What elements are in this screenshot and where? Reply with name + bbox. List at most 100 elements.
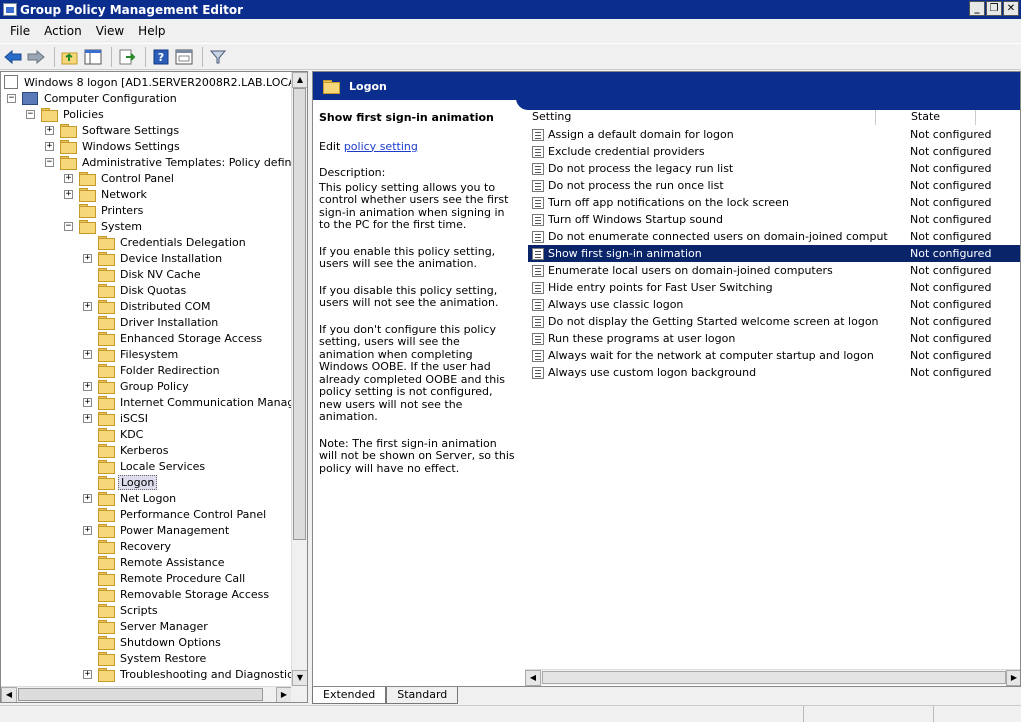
column-header-comment[interactable] bbox=[976, 110, 1020, 125]
list-item[interactable]: Always use classic logon Not configured bbox=[528, 296, 1020, 313]
scroll-right-icon[interactable]: ▶ bbox=[1006, 670, 1020, 686]
scroll-thumb[interactable] bbox=[293, 88, 306, 540]
scroll-up-icon[interactable]: ▲ bbox=[292, 72, 307, 88]
menu-help[interactable]: Help bbox=[131, 24, 172, 38]
tree-item[interactable]: + Filesystem bbox=[83, 346, 180, 362]
tree-item[interactable]: Shutdown Options bbox=[83, 634, 223, 650]
list-item[interactable]: Do not display the Getting Started welco… bbox=[528, 313, 1020, 330]
collapse-icon[interactable]: − bbox=[64, 221, 73, 231]
expand-icon[interactable]: + bbox=[64, 173, 73, 183]
expand-icon[interactable]: + bbox=[83, 493, 92, 503]
tree-item[interactable]: + Power Management bbox=[83, 522, 231, 538]
tree-item[interactable]: Logon bbox=[83, 474, 158, 490]
expand-icon[interactable]: + bbox=[45, 125, 54, 135]
tree-item[interactable]: System Restore bbox=[83, 650, 208, 666]
tree-item[interactable]: Server Manager bbox=[83, 618, 210, 634]
back-arrow-icon[interactable] bbox=[3, 47, 23, 67]
tree-item[interactable]: KDC bbox=[83, 426, 145, 442]
list-item[interactable]: Always use custom logon background Not co… bbox=[528, 364, 1020, 381]
tree-item[interactable]: Remote Assistance bbox=[83, 554, 227, 570]
tree-item[interactable]: + Distributed COM bbox=[83, 298, 213, 314]
tree-item[interactable]: Enhanced Storage Access bbox=[83, 330, 264, 346]
tree-item[interactable]: − Computer Configuration bbox=[7, 90, 179, 106]
list-item[interactable]: Turn off app notifications on the lock s… bbox=[528, 194, 1020, 211]
properties-icon[interactable] bbox=[174, 47, 194, 67]
list-item[interactable]: Do not process the legacy run list Not co… bbox=[528, 160, 1020, 177]
list-item[interactable]: Always wait for the network at computer … bbox=[528, 347, 1020, 364]
tab-standard[interactable]: Standard bbox=[386, 687, 459, 704]
tree-item[interactable]: Kerberos bbox=[83, 442, 170, 458]
expand-icon[interactable]: + bbox=[83, 525, 92, 535]
tree-item[interactable]: + Windows Settings bbox=[45, 138, 182, 154]
scroll-thumb[interactable] bbox=[542, 671, 1006, 684]
list-item[interactable]: Do not enumerate connected users on doma… bbox=[528, 228, 1020, 245]
scroll-down-icon[interactable]: ▼ bbox=[292, 670, 307, 686]
list-item[interactable]: Turn off Windows Startup sound Not config… bbox=[528, 211, 1020, 228]
list-horizontal-scrollbar[interactable]: ◀ ▶ bbox=[525, 669, 1020, 686]
list-item[interactable]: Run these programs at user logon Not conf… bbox=[528, 330, 1020, 347]
expand-icon[interactable]: + bbox=[83, 669, 92, 679]
tree-item[interactable]: + Net Logon bbox=[83, 490, 178, 506]
tree-item[interactable]: − Policies bbox=[26, 106, 106, 122]
menu-file[interactable]: File bbox=[3, 24, 37, 38]
expand-icon[interactable]: + bbox=[83, 413, 92, 423]
tree-item[interactable]: Printers bbox=[64, 202, 145, 218]
tree-item[interactable]: + Device Installation bbox=[83, 250, 224, 266]
tree-item[interactable]: − Administrative Templates: Policy defini… bbox=[45, 154, 292, 170]
tree-item[interactable]: + iSCSI bbox=[83, 410, 150, 426]
tree-item[interactable]: Credentials Delegation bbox=[83, 234, 248, 250]
tree-item[interactable]: Windows 8 logon [AD1.SERVER2008R2.LAB.LO… bbox=[4, 74, 292, 90]
tree-item[interactable]: Folder Redirection bbox=[83, 362, 222, 378]
expand-icon[interactable]: + bbox=[83, 349, 92, 359]
tree-item[interactable]: + Troubleshooting and Diagnostics bbox=[83, 666, 292, 682]
tree-vertical-scrollbar[interactable]: ▲ ▼ bbox=[291, 72, 307, 686]
column-header-state[interactable]: State bbox=[876, 110, 976, 125]
menu-action[interactable]: Action bbox=[37, 24, 89, 38]
tab-extended[interactable]: Extended bbox=[312, 687, 387, 704]
show-hide-tree-icon[interactable] bbox=[83, 47, 103, 67]
tree-item[interactable]: Driver Installation bbox=[83, 314, 220, 330]
minimize-button[interactable]: _ bbox=[969, 1, 985, 16]
expand-icon[interactable]: + bbox=[83, 301, 92, 311]
collapse-icon[interactable]: − bbox=[45, 157, 54, 167]
scroll-right-icon[interactable]: ▶ bbox=[276, 687, 292, 702]
expand-icon[interactable]: + bbox=[45, 141, 54, 151]
tree-item[interactable]: − System bbox=[64, 218, 144, 234]
list-item[interactable]: Enumerate local users on domain-joined c… bbox=[528, 262, 1020, 279]
restore-button[interactable]: ❐ bbox=[986, 1, 1002, 16]
tree-item[interactable]: Performance Control Panel bbox=[83, 506, 268, 522]
scroll-left-icon[interactable]: ◀ bbox=[525, 670, 541, 686]
help-icon[interactable]: ? bbox=[151, 47, 171, 67]
tree-item[interactable]: Scripts bbox=[83, 602, 160, 618]
tree-item[interactable]: + Control Panel bbox=[64, 170, 176, 186]
tree-item[interactable]: Remote Procedure Call bbox=[83, 570, 247, 586]
expand-icon[interactable]: + bbox=[83, 253, 92, 263]
list-item[interactable]: Exclude credential providers Not configur… bbox=[528, 143, 1020, 160]
tree-item[interactable]: Recovery bbox=[83, 538, 173, 554]
tree-item[interactable]: + Software Settings bbox=[45, 122, 181, 138]
tree-horizontal-scrollbar[interactable]: ◀ ▶ bbox=[1, 686, 292, 702]
tree-item[interactable]: + Group Policy bbox=[83, 378, 191, 394]
menu-view[interactable]: View bbox=[89, 24, 131, 38]
tree-item[interactable]: + Internet Communication Managemen bbox=[83, 394, 292, 410]
expand-icon[interactable]: + bbox=[83, 381, 92, 391]
close-button[interactable]: ✕ bbox=[1003, 1, 1019, 16]
list-item[interactable]: Do not process the run once list Not conf… bbox=[528, 177, 1020, 194]
tree-item[interactable]: Disk Quotas bbox=[83, 282, 188, 298]
export-list-icon[interactable] bbox=[117, 47, 137, 67]
tree-item[interactable]: Removable Storage Access bbox=[83, 586, 271, 602]
scroll-thumb[interactable] bbox=[18, 688, 263, 701]
column-header-setting[interactable]: Setting bbox=[528, 110, 876, 125]
expand-icon[interactable]: + bbox=[64, 189, 73, 199]
tree-item[interactable]: Locale Services bbox=[83, 458, 207, 474]
list-item[interactable]: Show first sign-in animation Not configur… bbox=[528, 245, 1020, 262]
up-folder-icon[interactable] bbox=[60, 47, 80, 67]
policy-setting-link[interactable]: policy setting bbox=[344, 140, 418, 153]
tree-item[interactable]: + Network bbox=[64, 186, 149, 202]
expand-icon[interactable]: + bbox=[83, 397, 92, 407]
scroll-left-icon[interactable]: ◀ bbox=[1, 687, 17, 702]
filter-icon[interactable] bbox=[208, 47, 228, 67]
collapse-icon[interactable]: − bbox=[7, 93, 16, 103]
forward-arrow-icon[interactable] bbox=[26, 47, 46, 67]
collapse-icon[interactable]: − bbox=[26, 109, 35, 119]
